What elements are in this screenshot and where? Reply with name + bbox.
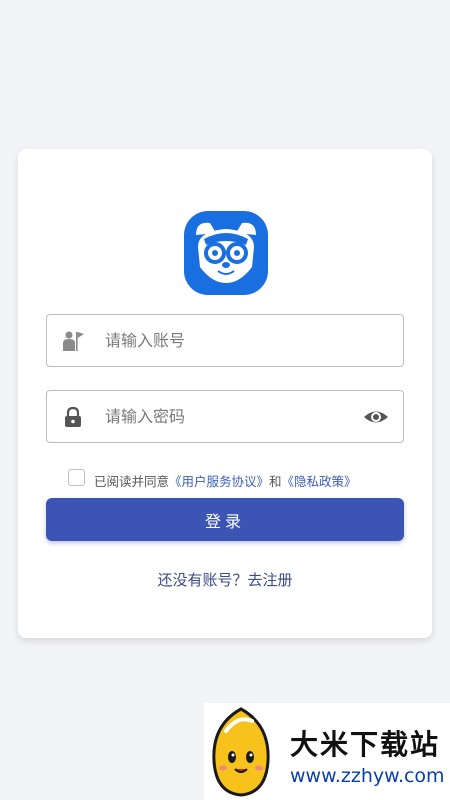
account-input[interactable] [105,315,345,366]
agreement-text: 已阅读并同意《用户服务协议》和《隐私政策》 [94,471,357,490]
login-card: 已阅读并同意《用户服务协议》和《隐私政策》 登录 还没有账号？去注册 [18,149,432,638]
rice-mascot-icon [212,707,270,797]
lock-icon [65,406,81,427]
agreement-checkbox[interactable] [68,469,85,486]
agreement-row: 已阅读并同意《用户服务协议》和《隐私政策》 [68,469,408,489]
user-flag-icon [63,331,84,351]
agreement-and: 和 [269,474,282,489]
terms-link[interactable]: 《用户服务协议》 [169,474,269,489]
watermark: 大米下载站 www.zzhyw.com [204,703,450,800]
app-logo-icon [184,211,268,295]
login-button[interactable]: 登录 [46,498,404,541]
eye-icon[interactable] [363,405,389,429]
password-input[interactable] [105,391,345,442]
agreement-prefix: 已阅读并同意 [94,474,170,489]
watermark-url: www.zzhyw.com [290,765,445,787]
password-field[interactable] [46,390,404,443]
privacy-link[interactable]: 《隐私政策》 [282,474,357,489]
watermark-title: 大米下载站 [290,728,441,761]
account-field[interactable] [46,314,404,367]
register-link[interactable]: 还没有账号？去注册 [18,569,432,590]
